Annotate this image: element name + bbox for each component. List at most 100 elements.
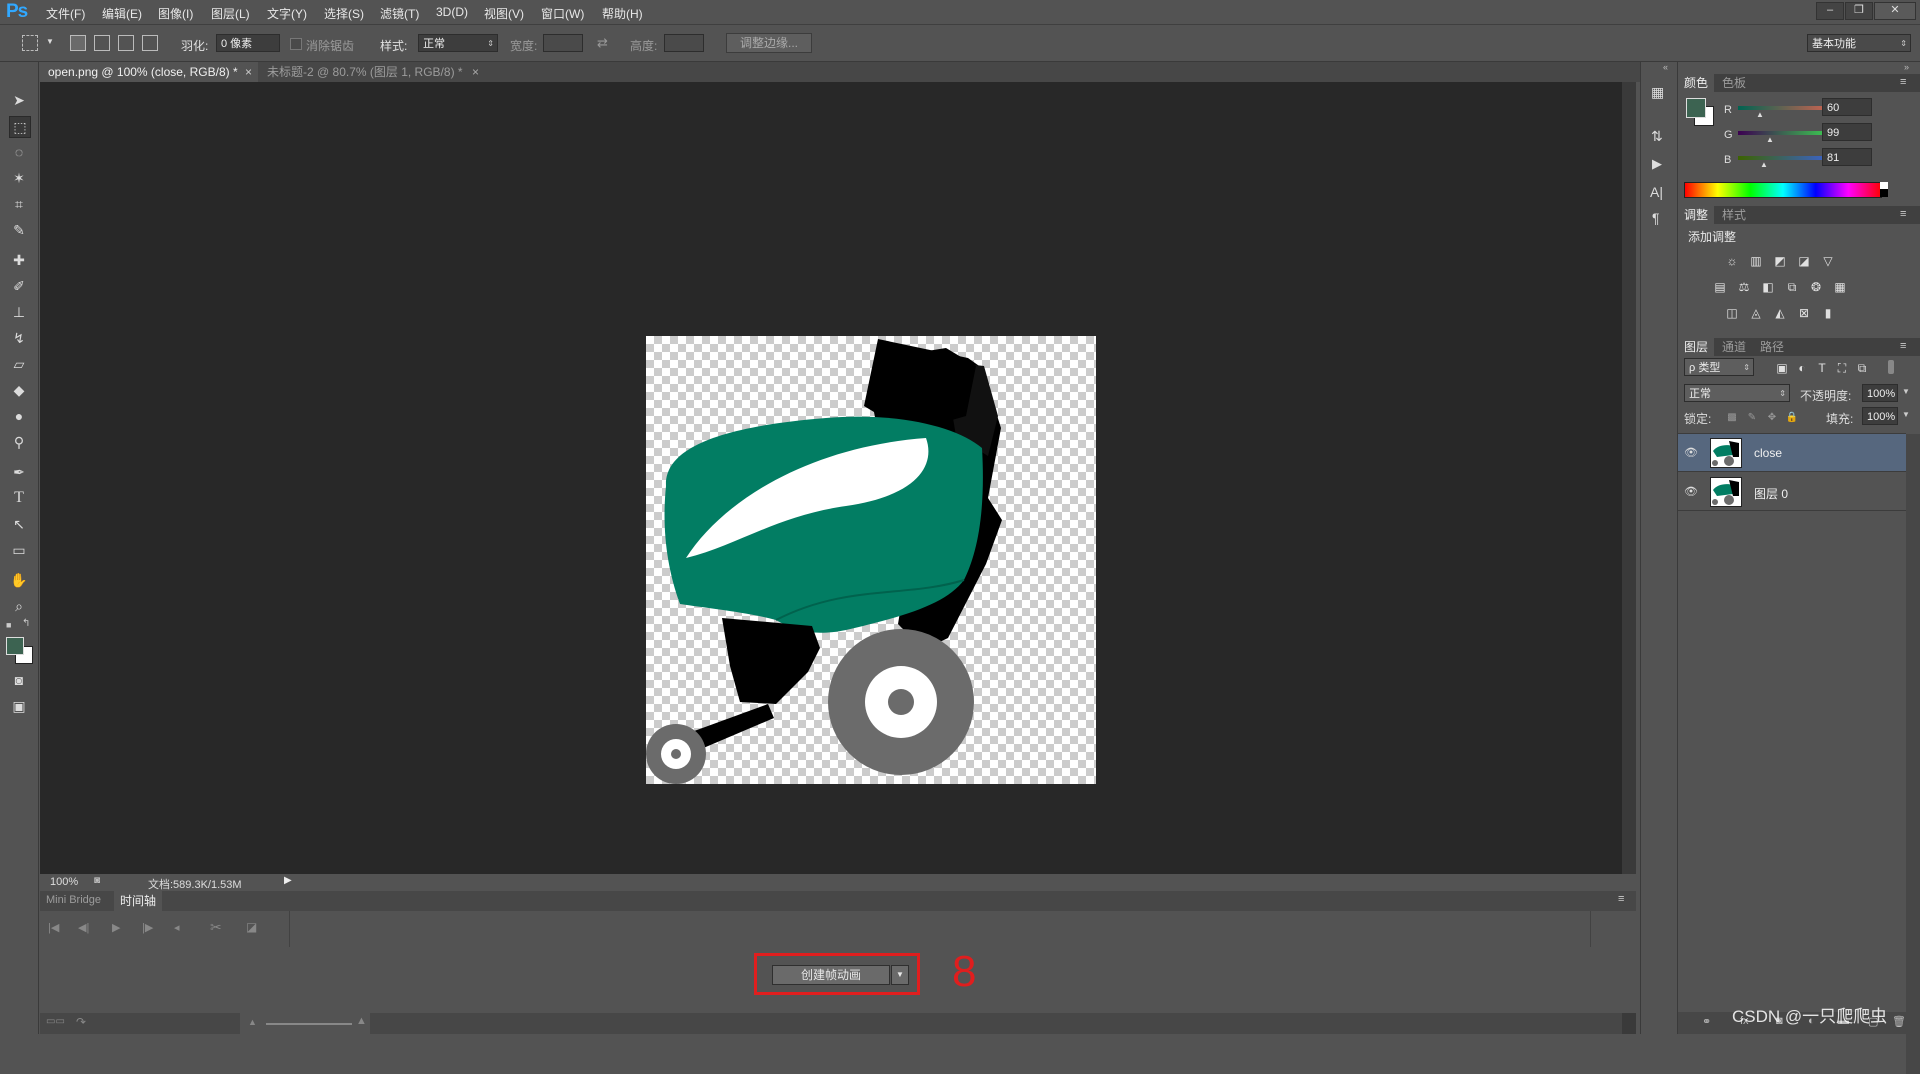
lock-position-icon[interactable]: ✥: [1764, 411, 1780, 425]
timeline-scroll[interactable]: [1622, 1013, 1636, 1034]
menu-image[interactable]: 图像(I): [158, 5, 193, 22]
swap-colors-icon[interactable]: ↰: [22, 618, 30, 629]
height-input[interactable]: [664, 34, 704, 52]
tab-mini-bridge[interactable]: Mini Bridge: [46, 894, 101, 906]
render-icon[interactable]: ▭▭: [46, 1016, 65, 1027]
chevron-down-icon[interactable]: ▼: [1902, 387, 1910, 396]
levels-icon[interactable]: ▥: [1748, 254, 1764, 268]
marquee-tool-icon[interactable]: [22, 35, 38, 51]
style-select[interactable]: 正常 ⇕: [418, 34, 498, 52]
eye-icon[interactable]: 👁: [1684, 446, 1698, 459]
filter-type-icon[interactable]: T: [1814, 361, 1830, 375]
tab-paths[interactable]: 路径: [1754, 338, 1790, 356]
healing-brush-tool-icon[interactable]: ✚: [9, 250, 29, 270]
chevron-down-icon[interactable]: ▼: [891, 965, 909, 985]
zoom-out-icon[interactable]: ▲: [248, 1017, 257, 1027]
convert-icon[interactable]: ↷: [76, 1015, 86, 1029]
threshold-icon[interactable]: ◭: [1772, 306, 1788, 320]
layer-name[interactable]: 图层 0: [1754, 485, 1788, 502]
doc-tab-active[interactable]: open.png @ 100% (close, RGB/8) * ×: [40, 62, 258, 82]
curves-icon[interactable]: ◩: [1772, 254, 1788, 268]
close-icon[interactable]: ×: [472, 62, 479, 82]
brush-tool-icon[interactable]: ✐: [9, 276, 29, 296]
character-panel-icon[interactable]: A|: [1650, 184, 1663, 200]
doc-tab-inactive[interactable]: 未标题-2 @ 80.7% (图层 1, RGB/8) * ×: [259, 62, 485, 82]
vertical-scrollbar[interactable]: [1622, 82, 1636, 874]
r-slider-thumb-icon[interactable]: ▲: [1756, 110, 1764, 119]
quick-mask-icon[interactable]: ◙: [9, 670, 29, 690]
play-icon[interactable]: ▶: [112, 921, 120, 934]
panel-menu-icon[interactable]: ≡: [1900, 76, 1906, 88]
tab-adjustments[interactable]: 调整: [1678, 206, 1715, 224]
tool-preset-dropdown-icon[interactable]: ▼: [46, 37, 54, 46]
filter-pixel-icon[interactable]: ▣: [1774, 361, 1790, 375]
feather-input[interactable]: 0 像素: [216, 34, 280, 52]
layer-row-close[interactable]: 👁 close: [1678, 434, 1906, 472]
eraser-tool-icon[interactable]: ▱: [9, 354, 29, 374]
filter-smart-icon[interactable]: ⧉: [1854, 361, 1870, 375]
swap-icon[interactable]: ⇄: [597, 35, 608, 51]
lock-pixels-icon[interactable]: ✎: [1744, 411, 1760, 425]
invert-icon[interactable]: ◫: [1724, 306, 1740, 320]
panel-menu-icon[interactable]: ≡: [1618, 893, 1624, 905]
layer-name[interactable]: close: [1754, 446, 1782, 460]
minimize-button[interactable]: –: [1816, 2, 1844, 20]
foreground-color-swatch[interactable]: [6, 637, 24, 655]
g-slider-thumb-icon[interactable]: ▲: [1766, 135, 1774, 144]
actions-panel-icon[interactable]: ⇅: [1651, 128, 1663, 145]
zoom-level[interactable]: 100%: [50, 876, 78, 888]
menu-help[interactable]: 帮助(H): [602, 5, 643, 22]
magic-wand-tool-icon[interactable]: ✶: [9, 168, 29, 188]
paragraph-panel-icon[interactable]: ¶: [1652, 210, 1660, 226]
link-layers-icon[interactable]: ⚭: [1702, 1015, 1711, 1028]
width-input[interactable]: [543, 34, 583, 52]
filter-toggle[interactable]: [1888, 360, 1894, 374]
eyedropper-tool-icon[interactable]: ✎: [9, 220, 29, 240]
lasso-tool-icon[interactable]: ◌: [9, 142, 29, 162]
tab-layers[interactable]: 图层: [1678, 338, 1715, 356]
eye-icon[interactable]: 👁: [1684, 485, 1698, 498]
photo-filter-icon[interactable]: ⧉: [1784, 280, 1800, 294]
tab-channels[interactable]: 通道: [1716, 338, 1752, 356]
b-value-input[interactable]: 81: [1822, 148, 1872, 166]
r-value-input[interactable]: 60: [1822, 98, 1872, 116]
menu-select[interactable]: 选择(S): [324, 5, 364, 22]
close-window-button[interactable]: ✕: [1874, 2, 1916, 20]
menu-3d[interactable]: 3D(D): [436, 5, 468, 19]
rect-marquee-tool-icon[interactable]: ⬚: [9, 116, 31, 138]
menu-filter[interactable]: 滤镜(T): [380, 5, 419, 22]
chevron-down-icon[interactable]: ▼: [1902, 410, 1910, 419]
crop-tool-icon[interactable]: ⌗: [9, 194, 29, 214]
menu-type[interactable]: 文字(Y): [267, 5, 307, 22]
panel-menu-icon[interactable]: ≡: [1900, 208, 1906, 220]
status-info-icon[interactable]: ◙: [94, 875, 100, 886]
hue-saturation-icon[interactable]: ▤: [1712, 280, 1728, 294]
hand-tool-icon[interactable]: ✋: [9, 570, 29, 590]
history-panel-icon[interactable]: ▦: [1651, 84, 1664, 101]
color-balance-icon[interactable]: ⚖: [1736, 280, 1752, 294]
workspace-select[interactable]: 基本功能 ⇕: [1807, 34, 1911, 52]
fill-input[interactable]: 100%: [1862, 407, 1898, 425]
gradient-map-icon[interactable]: ▮: [1820, 306, 1836, 320]
document-canvas[interactable]: [646, 336, 1096, 784]
channel-mixer-icon[interactable]: ❂: [1808, 280, 1824, 294]
fg-color-swatch[interactable]: [1686, 98, 1706, 118]
dodge-tool-icon[interactable]: ⚲: [9, 432, 29, 452]
new-selection-icon[interactable]: [70, 35, 86, 51]
prev-frame-icon[interactable]: ◀|: [78, 921, 89, 934]
tab-color[interactable]: 颜色: [1678, 74, 1715, 92]
vibrance-icon[interactable]: ▽: [1820, 254, 1836, 268]
tab-styles[interactable]: 样式: [1716, 206, 1752, 224]
layer-filter-select[interactable]: ρ 类型 ⇕: [1684, 358, 1754, 376]
restore-button[interactable]: ❐: [1845, 2, 1873, 20]
type-tool-icon[interactable]: T: [9, 488, 29, 508]
stamp-tool-icon[interactable]: ⊥: [9, 302, 29, 322]
panel-menu-icon[interactable]: ≡: [1900, 340, 1906, 352]
menu-window[interactable]: 窗口(W): [541, 5, 584, 22]
tab-swatches[interactable]: 色板: [1716, 74, 1752, 92]
lock-transparent-icon[interactable]: ▩: [1724, 411, 1740, 425]
selective-color-icon[interactable]: ⊠: [1796, 306, 1812, 320]
create-frame-animation-button[interactable]: 创建帧动画: [772, 965, 890, 985]
trash-icon[interactable]: 🗑: [1892, 1015, 1906, 1028]
tab-timeline[interactable]: 时间轴: [114, 891, 163, 911]
